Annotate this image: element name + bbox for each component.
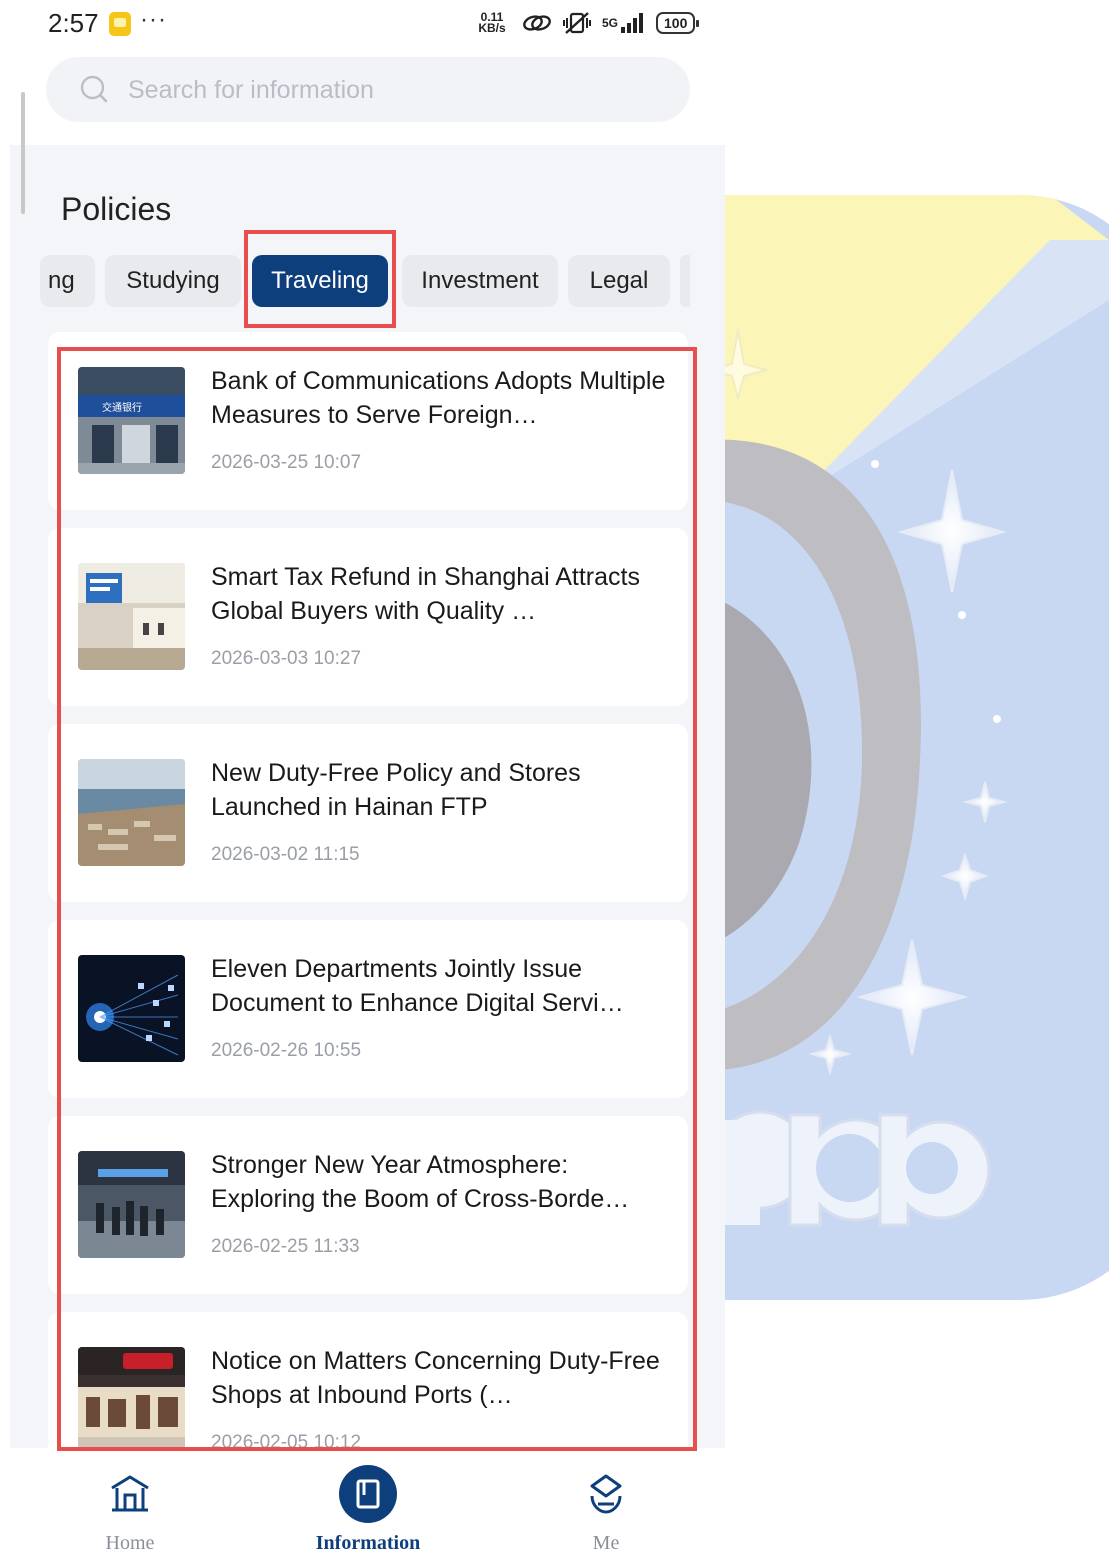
search-bar[interactable] — [46, 57, 690, 124]
link-icon — [523, 15, 551, 31]
page-title: Policies — [61, 191, 172, 227]
information-book-icon — [339, 1465, 397, 1523]
nav-me[interactable]: Me — [531, 1448, 681, 1554]
tab-investment[interactable]: Investment — [402, 255, 558, 307]
tab-label: Studying — [126, 267, 220, 294]
bottom-navigation: Home Information Me — [10, 1448, 725, 1554]
tab-next[interactable] — [680, 255, 690, 307]
network-type: 5G — [602, 16, 619, 30]
battery-icon: 100 — [656, 12, 700, 34]
article-list-highlight — [57, 347, 697, 1451]
signal-icon — [621, 13, 644, 33]
nav-information[interactable]: Information — [293, 1448, 443, 1554]
search-icon — [80, 75, 108, 103]
tab-previous[interactable]: ng — [40, 255, 95, 307]
status-indicators: 0.11 KB/s 5G 100 — [472, 10, 700, 36]
vibrate-off-icon — [563, 12, 591, 34]
more-notifications-icon: ··· — [140, 6, 167, 33]
status-time: 2:57 — [48, 8, 99, 38]
tab-legal[interactable]: Legal — [568, 255, 670, 307]
selected-tab-highlight — [244, 230, 396, 328]
network-speed: 0.11 KB/s — [478, 10, 506, 35]
tab-label: Legal — [589, 267, 649, 294]
nav-home-label: Home — [105, 1532, 155, 1554]
tab-label: ng — [48, 267, 75, 294]
scrollbar[interactable] — [21, 92, 25, 214]
me-icon — [590, 1474, 622, 1514]
search-input[interactable] — [126, 57, 650, 124]
home-icon — [111, 1475, 149, 1512]
nav-home[interactable]: Home — [55, 1448, 205, 1554]
tab-label: Investment — [421, 267, 539, 294]
nav-me-label: Me — [592, 1532, 620, 1554]
nav-information-label: Information — [315, 1532, 421, 1554]
tab-studying[interactable]: Studying — [105, 255, 241, 307]
status-bar: 2:57 ··· 0.11 KB/s 5G 100 — [0, 0, 725, 50]
notification-app-icon — [109, 12, 131, 36]
